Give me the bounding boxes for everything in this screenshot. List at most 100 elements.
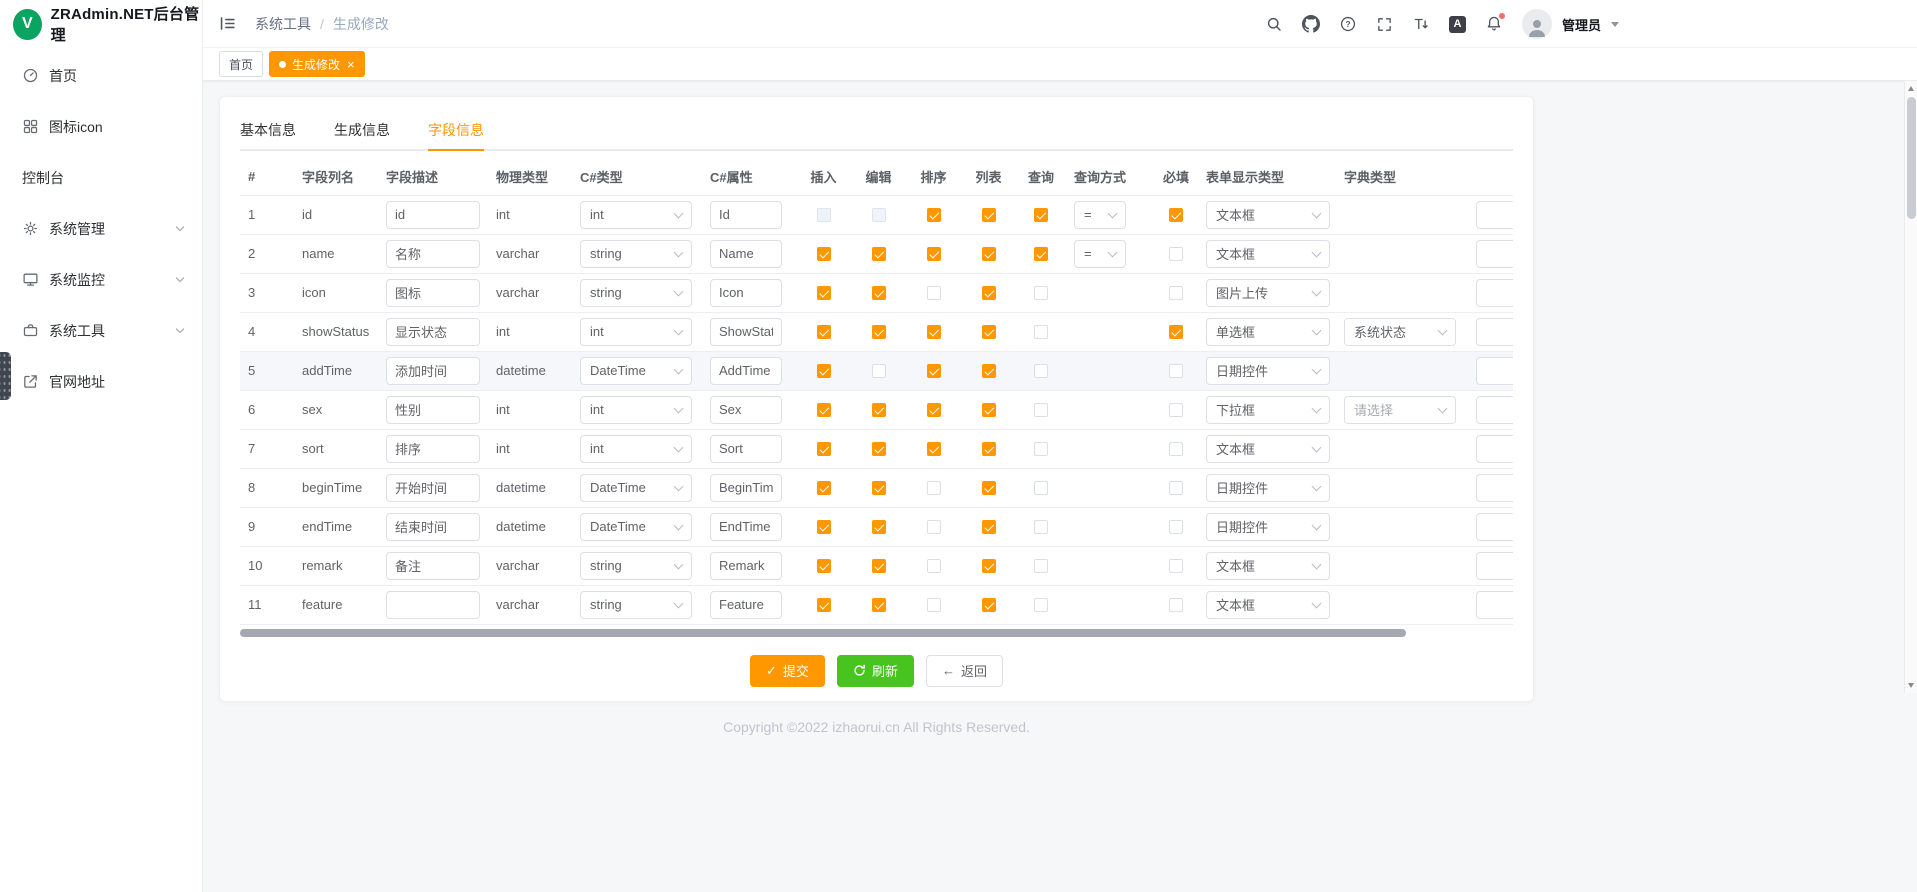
csharp-type-select[interactable]: DateTime (580, 474, 692, 502)
clipped-input[interactable] (1476, 513, 1513, 541)
csharp-type-select[interactable]: int (580, 435, 692, 463)
edit-checkbox[interactable] (872, 481, 886, 495)
edit-checkbox[interactable] (872, 286, 886, 300)
required-checkbox[interactable] (1169, 247, 1183, 261)
field-desc-input[interactable] (386, 552, 480, 580)
edit-checkbox[interactable] (872, 403, 886, 417)
list-checkbox[interactable] (982, 520, 996, 534)
query-checkbox[interactable] (1034, 403, 1048, 417)
form-display-type-select[interactable]: 文本框 (1206, 552, 1330, 580)
insert-checkbox[interactable] (817, 481, 831, 495)
dict-type-select[interactable]: 系统状态 (1344, 318, 1456, 346)
csharp-attr-input[interactable] (710, 474, 782, 502)
insert-checkbox[interactable] (817, 208, 831, 222)
csharp-attr-input[interactable] (710, 357, 782, 385)
vertical-scrollbar[interactable] (1904, 81, 1917, 693)
form-display-type-select[interactable]: 文本框 (1206, 591, 1330, 619)
csharp-type-select[interactable]: int (580, 396, 692, 424)
insert-checkbox[interactable] (817, 442, 831, 456)
sort-checkbox[interactable] (927, 247, 941, 261)
required-checkbox[interactable] (1169, 325, 1183, 339)
csharp-attr-input[interactable] (710, 552, 782, 580)
form-display-type-select[interactable]: 文本框 (1206, 201, 1330, 229)
csharp-attr-input[interactable] (710, 591, 782, 619)
avatar[interactable] (1522, 9, 1552, 39)
csharp-attr-input[interactable] (710, 513, 782, 541)
required-checkbox[interactable] (1169, 598, 1183, 612)
csharp-type-select[interactable]: string (580, 279, 692, 307)
refresh-button[interactable]: 刷新 (837, 655, 914, 687)
help-icon[interactable]: ? (1339, 15, 1357, 33)
field-desc-input[interactable] (386, 357, 480, 385)
clipped-input[interactable] (1476, 357, 1513, 385)
tag-active[interactable]: 生成修改 × (269, 51, 365, 77)
edit-checkbox[interactable] (872, 364, 886, 378)
sidebar-item-system-manage[interactable]: 系统管理 (0, 203, 202, 254)
required-checkbox[interactable] (1169, 481, 1183, 495)
csharp-attr-input[interactable] (710, 201, 782, 229)
list-checkbox[interactable] (982, 208, 996, 222)
insert-checkbox[interactable] (817, 559, 831, 573)
form-display-type-select[interactable]: 日期控件 (1206, 474, 1330, 502)
sort-checkbox[interactable] (927, 442, 941, 456)
insert-checkbox[interactable] (817, 364, 831, 378)
search-icon[interactable] (1265, 15, 1283, 33)
breadcrumb-item[interactable]: 系统工具 (255, 14, 311, 34)
clipped-input[interactable] (1476, 279, 1513, 307)
required-checkbox[interactable] (1169, 364, 1183, 378)
tab-basic-info[interactable]: 基本信息 (240, 111, 296, 151)
list-checkbox[interactable] (982, 364, 996, 378)
sidebar-fold-icon[interactable] (218, 14, 237, 33)
sidebar-item-icons[interactable]: 图标icon (0, 101, 202, 152)
csharp-attr-input[interactable] (710, 318, 782, 346)
required-checkbox[interactable] (1169, 403, 1183, 417)
csharp-type-select[interactable]: DateTime (580, 513, 692, 541)
query-checkbox[interactable] (1034, 208, 1048, 222)
field-desc-input[interactable] (386, 279, 480, 307)
caret-down-icon[interactable] (1611, 22, 1619, 27)
sort-checkbox[interactable] (927, 403, 941, 417)
dict-type-select[interactable]: 请选择 (1344, 396, 1456, 424)
sidebar-item-system-tools[interactable]: 系统工具 (0, 305, 202, 356)
required-checkbox[interactable] (1169, 559, 1183, 573)
csharp-type-select[interactable]: int (580, 201, 692, 229)
insert-checkbox[interactable] (817, 247, 831, 261)
csharp-type-select[interactable]: int (580, 318, 692, 346)
form-display-type-select[interactable]: 文本框 (1206, 435, 1330, 463)
scroll-down-arrow[interactable] (1905, 679, 1917, 692)
drawer-handle[interactable] (0, 352, 11, 400)
translate-icon[interactable]: A (1449, 16, 1466, 33)
insert-checkbox[interactable] (817, 403, 831, 417)
list-checkbox[interactable] (982, 442, 996, 456)
back-button[interactable]: ← 返回 (926, 655, 1003, 687)
vertical-scrollbar-thumb[interactable] (1907, 97, 1916, 219)
query-checkbox[interactable] (1034, 442, 1048, 456)
field-desc-input[interactable] (386, 240, 480, 268)
sort-checkbox[interactable] (927, 208, 941, 222)
field-desc-input[interactable] (386, 474, 480, 502)
font-size-icon[interactable] (1412, 15, 1430, 33)
csharp-attr-input[interactable] (710, 396, 782, 424)
query-checkbox[interactable] (1034, 520, 1048, 534)
field-desc-input[interactable] (386, 318, 480, 346)
field-desc-input[interactable] (386, 435, 480, 463)
sort-checkbox[interactable] (927, 559, 941, 573)
required-checkbox[interactable] (1169, 520, 1183, 534)
form-display-type-select[interactable]: 图片上传 (1206, 279, 1330, 307)
tag-home[interactable]: 首页 (219, 51, 263, 77)
form-display-type-select[interactable]: 单选框 (1206, 318, 1330, 346)
csharp-attr-input[interactable] (710, 435, 782, 463)
clipped-input[interactable] (1476, 474, 1513, 502)
edit-checkbox[interactable] (872, 598, 886, 612)
list-checkbox[interactable] (982, 325, 996, 339)
required-checkbox[interactable] (1169, 442, 1183, 456)
horizontal-scrollbar-thumb[interactable] (240, 629, 1406, 637)
query-checkbox[interactable] (1034, 559, 1048, 573)
query-checkbox[interactable] (1034, 247, 1048, 261)
field-desc-input[interactable] (386, 201, 480, 229)
query-type-select[interactable]: = (1074, 240, 1126, 268)
sort-checkbox[interactable] (927, 520, 941, 534)
sort-checkbox[interactable] (927, 286, 941, 300)
notification-bell-icon[interactable] (1485, 15, 1503, 33)
tag-close-icon[interactable]: × (347, 58, 355, 71)
